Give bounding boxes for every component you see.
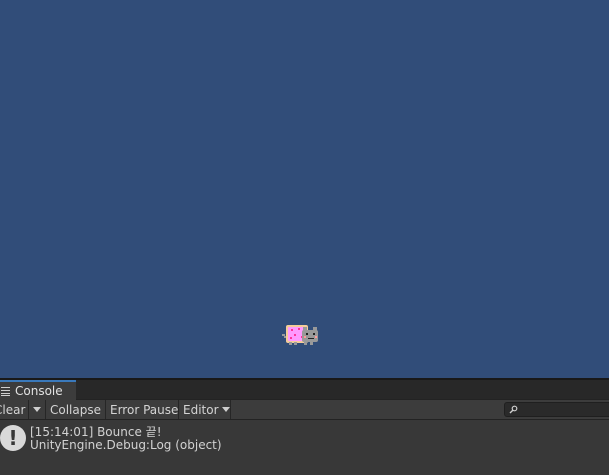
collapse-toggle-label: Collapse xyxy=(50,402,101,417)
search-icon xyxy=(509,405,518,414)
console-list-icon xyxy=(1,386,11,396)
tab-console-label: Console xyxy=(15,384,63,398)
console-toolbar: Clear Collapse Error Pause Editor xyxy=(0,400,609,420)
console-tab-bar: Console xyxy=(0,380,609,400)
chevron-down-icon xyxy=(221,407,230,412)
clear-button[interactable]: Clear xyxy=(0,400,29,419)
console-search-field[interactable] xyxy=(504,402,609,417)
log-stacktrace: UnityEngine.Debug:Log (object) xyxy=(30,438,222,452)
clear-button-label: Clear xyxy=(0,402,26,417)
game-view xyxy=(0,0,609,378)
info-icon: ! xyxy=(0,425,26,451)
error-pause-label: Error Pause xyxy=(110,402,179,417)
editor-dropdown[interactable]: Editor xyxy=(179,400,231,419)
error-pause-toggle[interactable]: Error Pause xyxy=(106,400,179,419)
collapse-toggle[interactable]: Collapse xyxy=(46,400,106,419)
editor-dropdown-label: Editor xyxy=(183,402,219,417)
console-log-list: ! [15:14:01] Bounce 끝! UnityEngine.Debug… xyxy=(0,420,609,475)
nyan-cat-sprite xyxy=(282,325,318,345)
tab-console[interactable]: Console xyxy=(0,380,76,400)
clear-options-dropdown[interactable] xyxy=(29,400,46,419)
chevron-down-icon xyxy=(33,407,41,412)
